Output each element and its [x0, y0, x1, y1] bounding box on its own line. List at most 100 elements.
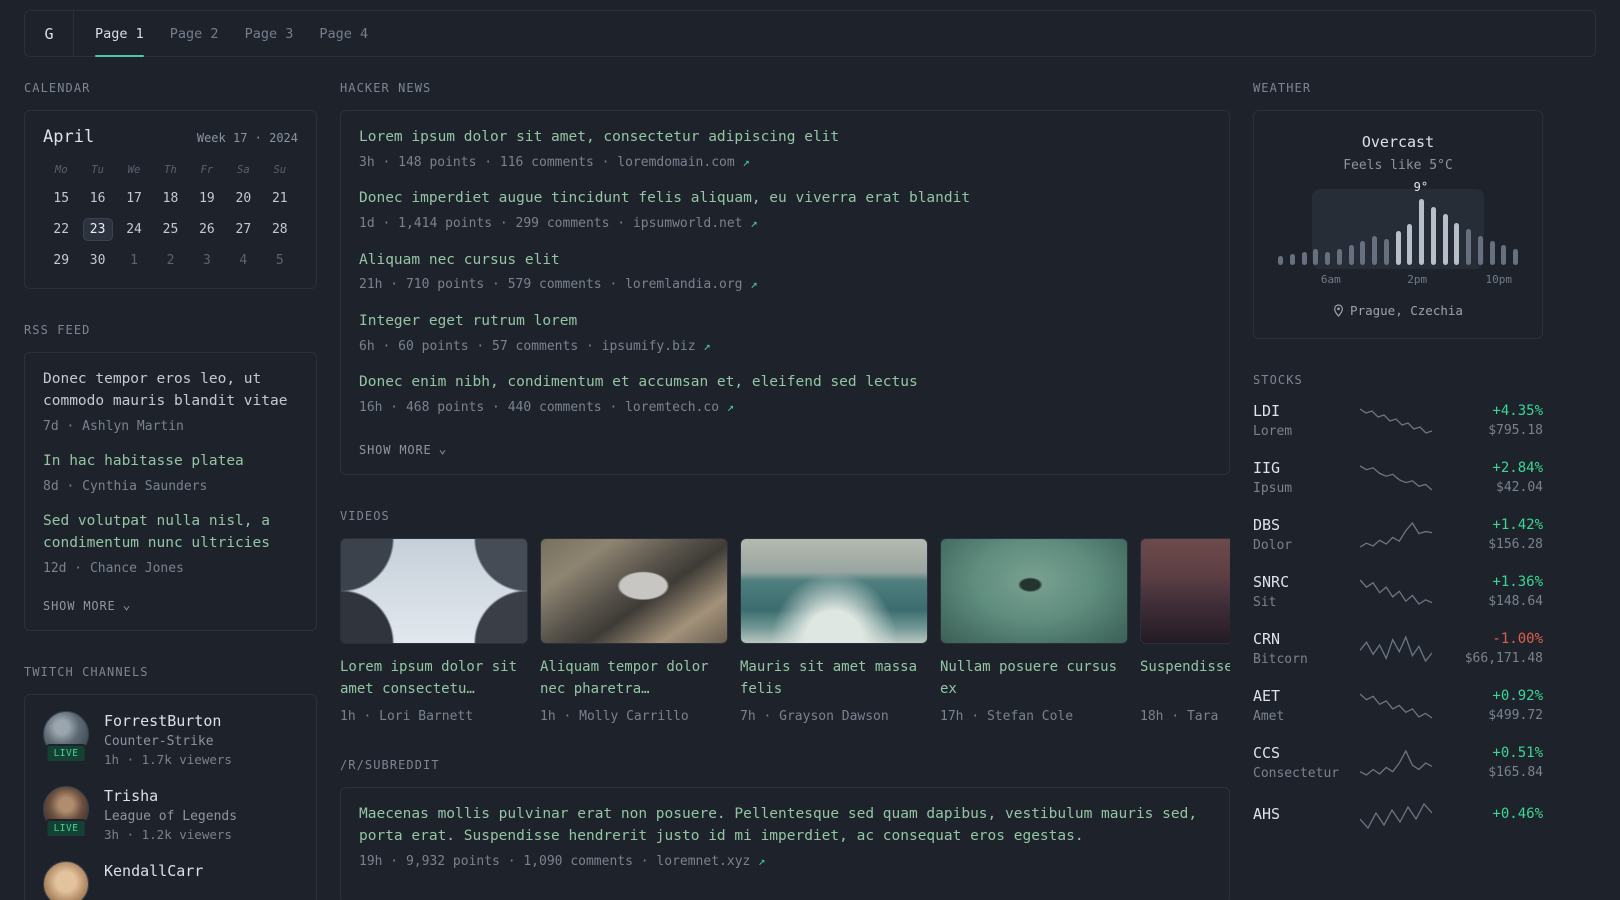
video-title[interactable]: Aliquam tempor dolor nec pharetra…: [540, 657, 728, 701]
calendar-day-header: Tu: [91, 164, 104, 176]
stock-sparkline: [1345, 520, 1447, 550]
video-thumbnail[interactable]: [940, 538, 1128, 645]
reddit-post-domain[interactable]: loremnet.xyz: [656, 854, 750, 869]
calendar-date[interactable]: 19: [192, 187, 222, 210]
tab-page-1[interactable]: Page 1: [82, 11, 157, 57]
hn-show-more-button[interactable]: SHOW MORE ⌄: [359, 443, 447, 457]
hn-item-title[interactable]: Lorem ipsum dolor sit amet, consectetur …: [359, 127, 1211, 149]
hn-item-domain[interactable]: loremlandia.org: [625, 277, 742, 292]
rss-show-more-button[interactable]: SHOW MORE ⌄: [43, 599, 131, 613]
video-thumbnail[interactable]: [1140, 538, 1230, 645]
calendar-date[interactable]: 15: [46, 187, 76, 210]
weather-hour-bar: [1430, 206, 1436, 265]
tab-page-2[interactable]: Page 2: [157, 11, 232, 56]
calendar-date[interactable]: 17: [119, 187, 149, 210]
reddit-post-title[interactable]: Maecenas mollis pulvinar erat non posuer…: [359, 804, 1211, 848]
calendar-date[interactable]: 1: [119, 249, 149, 272]
widget-title-hacker-news: HACKER NEWS: [340, 81, 432, 95]
hn-item-domain[interactable]: ipsumify.biz: [602, 339, 696, 354]
calendar-date[interactable]: 22: [46, 218, 76, 241]
videos-widget: VIDEOS Lorem ipsum dolor sit amet consec…: [340, 509, 1230, 724]
hn-item-stats: 3h · 148 points · 116 comments ·: [359, 154, 610, 170]
twitch-channel[interactable]: LIVE ForrestBurton Counter-Strike 1h · 1…: [43, 711, 298, 767]
calendar-week-year: Week 17 · 2024: [196, 131, 298, 145]
calendar-date[interactable]: 5: [265, 249, 295, 272]
stock-change: +0.51%: [1492, 745, 1543, 761]
calendar-date[interactable]: 24: [119, 218, 149, 241]
widget-title-twitch: TWITCH CHANNELS: [24, 665, 149, 680]
location-pin-icon: [1334, 304, 1343, 317]
twitch-channel[interactable]: KendallCarr: [43, 861, 298, 900]
stock-row: DBS Dolor +1.42% $156.28: [1253, 516, 1543, 553]
weather-hour-bar: [1278, 255, 1283, 265]
avatar[interactable]: LIVE: [43, 786, 89, 839]
time-label: 6am: [1320, 273, 1341, 286]
channel-viewers: 3h · 1.2k viewers: [104, 827, 232, 843]
hn-item-domain[interactable]: ipsumworld.net: [633, 216, 743, 231]
show-more-label: SHOW MORE: [43, 599, 116, 614]
calendar-date[interactable]: 20: [228, 187, 258, 210]
video-title[interactable]: Mauris sit amet massa felis: [740, 657, 928, 701]
calendar-date[interactable]: 16: [83, 187, 113, 210]
channel-info: KendallCarr: [104, 861, 203, 900]
calendar-day-header: Fr: [200, 164, 214, 176]
avatar[interactable]: LIVE: [43, 711, 89, 764]
calendar-date[interactable]: 3: [192, 249, 222, 272]
tab-page-4[interactable]: Page 4: [306, 11, 381, 56]
video-thumbnail[interactable]: [540, 538, 728, 645]
stock-change: -1.00%: [1492, 631, 1543, 647]
weather-hour-bar: [1348, 245, 1354, 265]
hn-item-title[interactable]: Integer eget rutrum lorem: [359, 311, 1211, 333]
weather-hour-bar: [1301, 251, 1307, 265]
calendar-date[interactable]: 29: [46, 249, 76, 272]
hn-item-meta: 6h · 60 points · 57 comments · ipsumify.…: [359, 337, 1211, 357]
video-thumbnail[interactable]: [340, 538, 528, 645]
stock-sparkline: [1345, 801, 1447, 831]
calendar-date-selected[interactable]: 23: [82, 218, 113, 241]
rss-widget: RSS FEED Donec tempor eros leo, ut commo…: [24, 323, 317, 632]
rss-item-title[interactable]: Donec tempor eros leo, ut commodo mauris…: [43, 369, 298, 413]
avatar[interactable]: [43, 861, 89, 900]
calendar-date[interactable]: 26: [192, 218, 222, 241]
hn-item-title[interactable]: Donec imperdiet augue tincidunt felis al…: [359, 188, 1211, 210]
hn-item-domain[interactable]: loremtech.co: [625, 400, 719, 415]
hn-item-title[interactable]: Aliquam nec cursus elit: [359, 250, 1211, 272]
hn-item-title[interactable]: Donec enim nibh, condimentum et accumsan…: [359, 372, 1211, 394]
twitch-widget: TWITCH CHANNELS LIVE ForrestBurton Count…: [24, 665, 317, 900]
video-thumbnail[interactable]: [740, 538, 928, 645]
twitch-channel[interactable]: LIVE Trisha League of Legends 3h · 1.2k …: [43, 786, 298, 842]
rss-item-title[interactable]: Sed volutpat nulla nisl, a condimentum n…: [43, 511, 298, 555]
channel-name[interactable]: ForrestBurton: [104, 711, 232, 732]
tab-page-3[interactable]: Page 3: [232, 11, 307, 56]
stock-name: Lorem: [1253, 424, 1293, 439]
weather-hour-bar: [1454, 222, 1460, 265]
calendar-header: April Week 17 · 2024: [43, 127, 298, 147]
middle-column: HACKER NEWS Lorem ipsum dolor sit amet, …: [340, 81, 1230, 900]
calendar-date[interactable]: 2: [155, 249, 185, 272]
chevron-down-icon: ⌄: [122, 598, 132, 614]
weather-hour-bar: [1407, 224, 1413, 265]
weather-hour-bar: [1477, 235, 1483, 265]
calendar-date[interactable]: 4: [228, 249, 258, 272]
channel-viewers: 1h · 1.7k viewers: [104, 752, 232, 768]
hn-item-domain[interactable]: loremdomain.com: [617, 155, 734, 170]
video-title[interactable]: Suspendisse diam: [1140, 657, 1230, 701]
stocks-widget: STOCKS LDI Lorem +4.35% $795.18 IIG Ipsu…: [1253, 373, 1543, 831]
weather-box: Overcast Feels like 5°C 9° 6am 2pm 10pm …: [1253, 110, 1543, 339]
video-title[interactable]: Nullam posuere cursus ex: [940, 657, 1128, 701]
rss-item-title[interactable]: In hac habitasse platea: [43, 451, 298, 473]
app-logo[interactable]: G: [25, 11, 74, 56]
calendar-date[interactable]: 28: [265, 218, 295, 241]
calendar-date[interactable]: 25: [155, 218, 185, 241]
videos-row: Lorem ipsum dolor sit amet consectetu… 1…: [340, 538, 1230, 724]
peak-temperature-label: 9°: [1413, 180, 1429, 194]
channel-name[interactable]: KendallCarr: [104, 861, 203, 882]
channel-name[interactable]: Trisha: [104, 786, 237, 807]
calendar-date[interactable]: 21: [265, 187, 295, 210]
calendar-date[interactable]: 30: [83, 249, 113, 272]
video-title[interactable]: Lorem ipsum dolor sit amet consectetu…: [340, 657, 528, 701]
channel-info: Trisha League of Legends 3h · 1.2k viewe…: [104, 786, 237, 842]
calendar-date[interactable]: 27: [228, 218, 258, 241]
calendar-date[interactable]: 18: [155, 187, 185, 210]
stock-sparkline: [1345, 691, 1447, 721]
